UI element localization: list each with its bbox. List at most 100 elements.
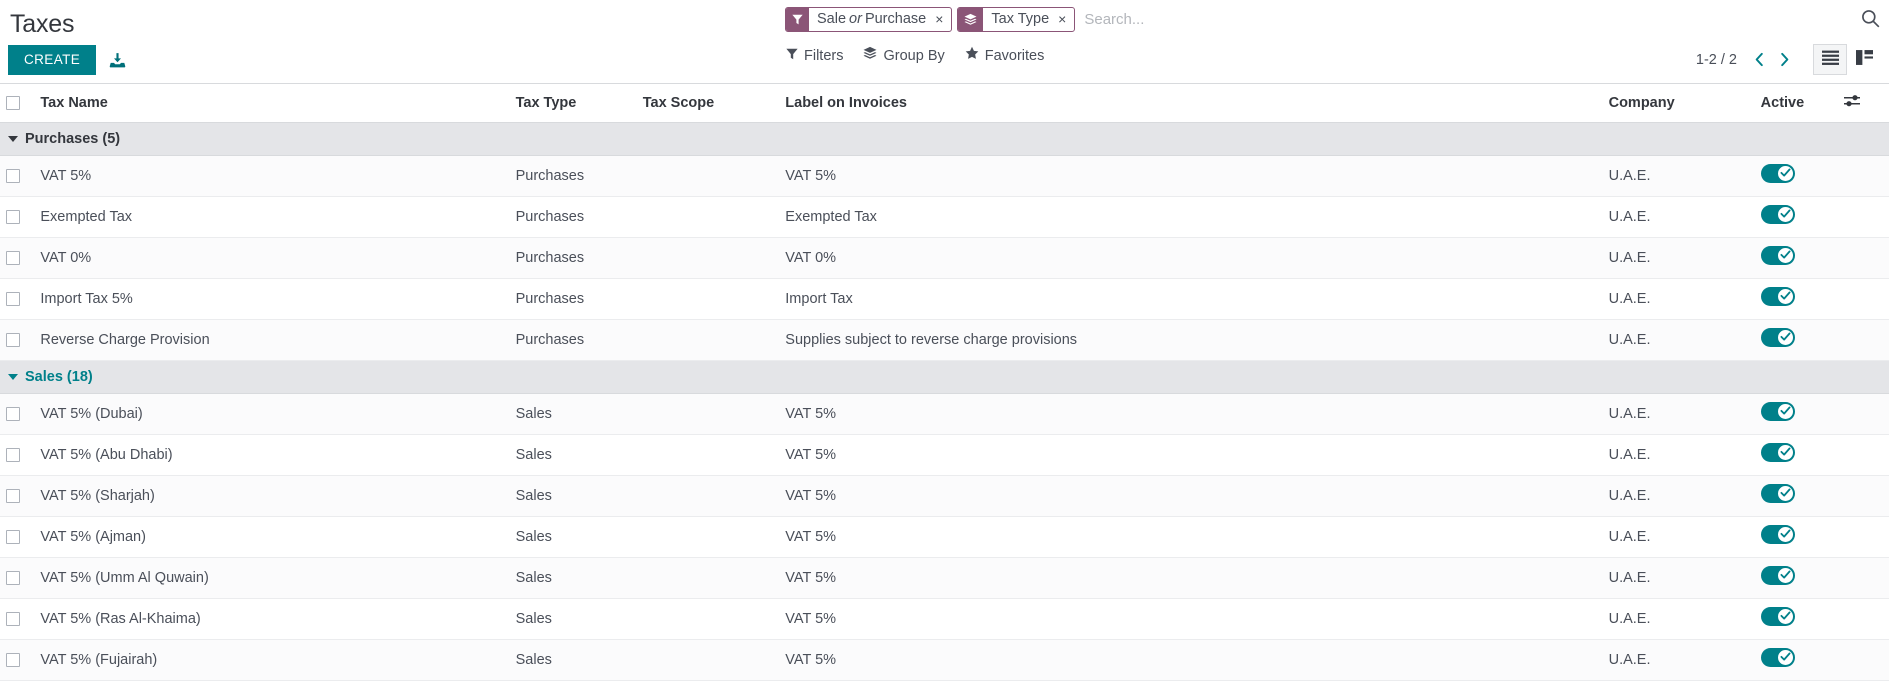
active-toggle[interactable] [1761, 246, 1795, 265]
search-facet-sale-or-purchase[interactable]: Sale or Purchase × [785, 7, 952, 32]
filters-dropdown-toggle[interactable]: Filters [786, 46, 843, 66]
row-checkbox[interactable] [6, 407, 20, 421]
active-toggle[interactable] [1761, 566, 1795, 585]
cell-tax-name: Reverse Charge Provision [40, 320, 515, 361]
pager-value[interactable]: 1-2 / 2 [1696, 52, 1737, 68]
create-button[interactable]: CREATE [8, 45, 96, 75]
filter-funnel-icon [786, 8, 809, 31]
favorites-dropdown-toggle[interactable]: Favorites [965, 46, 1045, 66]
row-checkbox[interactable] [6, 333, 20, 347]
table-row[interactable]: VAT 0%PurchasesVAT 0%U.A.E. [0, 238, 1889, 279]
table-row[interactable]: VAT 5% (Ajman)SalesVAT 5%U.A.E. [0, 517, 1889, 558]
search-input[interactable] [1080, 7, 1880, 32]
row-checkbox[interactable] [6, 292, 20, 306]
favorites-label: Favorites [985, 46, 1045, 66]
group-header-row[interactable]: Purchases (5) [0, 123, 1889, 156]
column-header-tax-scope[interactable]: Tax Scope [643, 84, 786, 123]
active-toggle[interactable] [1761, 484, 1795, 503]
cell-company: U.A.E. [1609, 476, 1761, 517]
row-checkbox[interactable] [6, 210, 20, 224]
table-row[interactable]: VAT 5% (Fujairah)SalesVAT 5%U.A.E. [0, 640, 1889, 681]
groupby-label: Group By [883, 46, 944, 66]
row-checkbox[interactable] [6, 653, 20, 667]
active-toggle[interactable] [1761, 607, 1795, 626]
search-facet-label: Sale or Purchase [809, 8, 931, 31]
search-facet-tax-type[interactable]: Tax Type × [957, 7, 1075, 32]
active-toggle[interactable] [1761, 402, 1795, 421]
kanban-view-button[interactable] [1847, 44, 1881, 75]
active-toggle[interactable] [1761, 525, 1795, 544]
column-header-company[interactable]: Company [1609, 84, 1761, 123]
table-row[interactable]: VAT 5% (Ras Al-Khaima)SalesVAT 5%U.A.E. [0, 599, 1889, 640]
cell-tax-scope [643, 517, 786, 558]
cell-tax-name: Import Tax 5% [40, 279, 515, 320]
table-row[interactable]: VAT 5% (Sharjah)SalesVAT 5%U.A.E. [0, 476, 1889, 517]
pager-next-button[interactable] [1773, 50, 1797, 69]
cell-active [1761, 640, 1844, 681]
table-row[interactable]: Reverse Charge ProvisionPurchasesSupplie… [0, 320, 1889, 361]
cell-label-on-invoices: VAT 5% [785, 476, 1608, 517]
sliders-settings-icon[interactable] [1844, 97, 1860, 113]
groupby-dropdown-toggle[interactable]: Group By [863, 46, 944, 66]
row-checkbox[interactable] [6, 448, 20, 462]
column-header-active[interactable]: Active [1761, 84, 1844, 123]
cell-label-on-invoices: VAT 5% [785, 156, 1608, 197]
row-checkbox-cell [0, 197, 40, 238]
cell-tax-type: Sales [516, 476, 643, 517]
cell-tax-type: Purchases [516, 279, 643, 320]
row-checkbox[interactable] [6, 530, 20, 544]
active-toggle[interactable] [1761, 205, 1795, 224]
remove-facet-icon[interactable]: × [1054, 8, 1074, 31]
row-checkbox-cell [0, 476, 40, 517]
cell-tax-type: Sales [516, 599, 643, 640]
table-row[interactable]: VAT 5%PurchasesVAT 5%U.A.E. [0, 156, 1889, 197]
table-row[interactable]: Exempted TaxPurchasesExempted TaxU.A.E. [0, 197, 1889, 238]
table-row[interactable]: VAT 5% (Dubai)SalesVAT 5%U.A.E. [0, 394, 1889, 435]
active-toggle[interactable] [1761, 164, 1795, 183]
row-checkbox-cell [0, 435, 40, 476]
column-header-label-on-invoices[interactable]: Label on Invoices [785, 84, 1608, 123]
row-checkbox-cell [0, 394, 40, 435]
cell-label-on-invoices: Supplies subject to reverse charge provi… [785, 320, 1608, 361]
cell-label-on-invoices: Import Tax [785, 279, 1608, 320]
row-checkbox[interactable] [6, 612, 20, 626]
row-checkbox[interactable] [6, 489, 20, 503]
row-checkbox[interactable] [6, 169, 20, 183]
row-checkbox[interactable] [6, 571, 20, 585]
caret-down-icon [8, 136, 18, 142]
list-view-button[interactable] [1813, 44, 1847, 75]
search-facet-label: Tax Type [983, 8, 1054, 31]
cell-company: U.A.E. [1609, 279, 1761, 320]
cell-optional [1844, 156, 1889, 197]
group-toggle[interactable]: Purchases (5) [0, 131, 1889, 147]
cell-label-on-invoices: VAT 5% [785, 640, 1608, 681]
cell-active [1761, 435, 1844, 476]
column-header-tax-name[interactable]: Tax Name [40, 84, 515, 123]
pager-previous-button[interactable] [1747, 50, 1771, 69]
optional-columns-header [1844, 84, 1889, 123]
search-icon[interactable] [1861, 9, 1880, 28]
cell-tax-scope [643, 197, 786, 238]
group-toggle[interactable]: Sales (18) [0, 369, 1889, 385]
cell-label-on-invoices: VAT 5% [785, 599, 1608, 640]
select-all-checkbox[interactable] [6, 96, 20, 110]
remove-facet-icon[interactable]: × [931, 8, 951, 31]
active-toggle[interactable] [1761, 328, 1795, 347]
cell-company: U.A.E. [1609, 640, 1761, 681]
cell-tax-type: Purchases [516, 156, 643, 197]
table-row[interactable]: Import Tax 5%Purchases Import TaxU.A.E. [0, 279, 1889, 320]
active-toggle[interactable] [1761, 287, 1795, 306]
table-row[interactable]: VAT 5% (Abu Dhabi)SalesVAT 5%U.A.E. [0, 435, 1889, 476]
active-toggle[interactable] [1761, 443, 1795, 462]
cell-tax-type: Purchases [516, 197, 643, 238]
import-download-icon[interactable] [106, 49, 128, 71]
table-row[interactable]: VAT 5% (Umm Al Quwain)SalesVAT 5%U.A.E. [0, 558, 1889, 599]
cell-optional [1844, 279, 1889, 320]
page-title: Taxes [10, 8, 74, 40]
row-checkbox[interactable] [6, 251, 20, 265]
column-header-tax-type[interactable]: Tax Type [516, 84, 643, 123]
cell-tax-type: Sales [516, 394, 643, 435]
active-toggle[interactable] [1761, 648, 1795, 667]
cell-optional [1844, 558, 1889, 599]
group-header-row[interactable]: Sales (18) [0, 361, 1889, 394]
